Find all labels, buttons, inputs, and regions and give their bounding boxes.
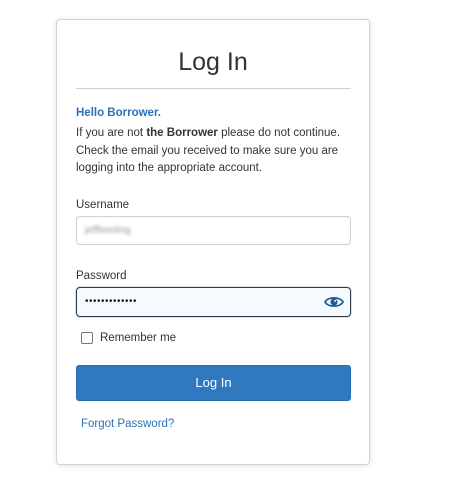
- forgot-password-link[interactable]: Forgot Password?: [81, 417, 174, 431]
- page-title: Log In: [178, 48, 248, 76]
- eye-icon[interactable]: [323, 294, 345, 310]
- greeting-text: Hello Borrower.: [76, 107, 161, 119]
- login-button[interactable]: Log In: [76, 365, 351, 401]
- password-label: Password: [76, 270, 127, 282]
- password-field[interactable]: •••••••••••••: [76, 287, 351, 317]
- login-card: Log In Hello Borrower. If you are not th…: [56, 19, 370, 465]
- title-divider: [76, 88, 351, 89]
- username-label: Username: [76, 199, 130, 211]
- username-field[interactable]: jeffbeeling: [76, 216, 351, 245]
- intro-text: If you are not the Borrower please do no…: [76, 125, 354, 178]
- intro-bold: the Borrower: [146, 127, 218, 139]
- remember-me-checkbox[interactable]: [81, 332, 93, 344]
- intro-prefix: If you are not: [76, 127, 147, 139]
- password-value: •••••••••••••: [85, 296, 138, 307]
- remember-me-label[interactable]: Remember me: [100, 331, 176, 345]
- username-value: jeffbeeling: [85, 225, 131, 236]
